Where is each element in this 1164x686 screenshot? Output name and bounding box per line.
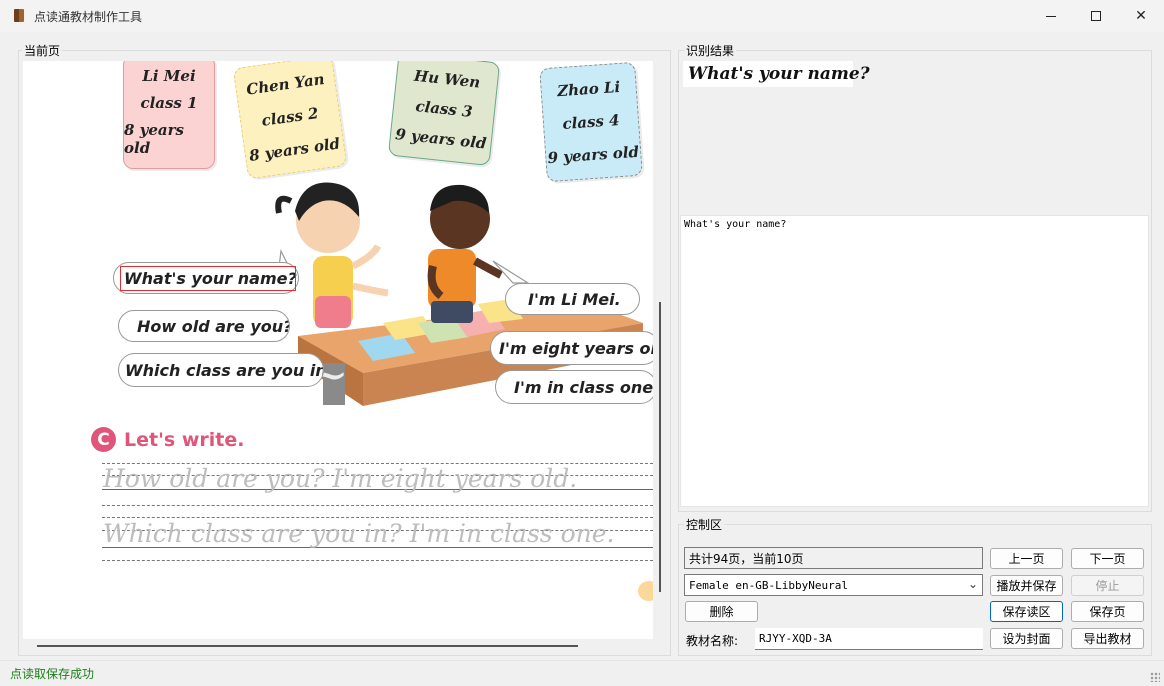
bubble-5-text: I'm eight years old [499, 338, 653, 358]
bubble-im-li-mei[interactable]: I'm Li Mei. [505, 283, 640, 315]
current-page-label: 当前页 [22, 42, 63, 59]
writing-line [102, 505, 653, 506]
book-name-input[interactable]: RJYY-XQD-3A [755, 628, 983, 650]
delete-button[interactable]: 删除 [685, 601, 758, 622]
save-page-button[interactable]: 保存页 [1071, 601, 1144, 622]
book-name-label: 教材名称: [686, 634, 739, 648]
horizontal-scrollbar[interactable] [37, 645, 578, 647]
resize-grip-icon[interactable] [1150, 672, 1160, 682]
next-page-button[interactable]: 下一页 [1071, 548, 1144, 569]
voice-select-value: Female en-GB-LibbyNeural [689, 578, 848, 592]
play-and-save-button[interactable]: 播放并保存 [990, 575, 1063, 596]
set-cover-button[interactable]: 设为封面 [990, 628, 1063, 649]
close-icon: ✕ [1135, 8, 1147, 24]
minimize-icon [1046, 15, 1056, 17]
vertical-scrollbar[interactable] [659, 302, 661, 592]
minimize-button[interactable] [1028, 0, 1074, 32]
status-text: 点读取保存成功 [10, 667, 95, 681]
lets-write-heading: C Let's write. [91, 427, 244, 452]
title-bar: 点读通教材制作工具 ✕ [0, 0, 1164, 32]
chevron-down-icon: ⌄ [967, 577, 978, 591]
bubble-which-class[interactable]: Which class are you in? [118, 353, 324, 387]
writing-line [102, 517, 653, 518]
page-view[interactable]: Li Mei class 1 8 years old Chen Yan clas… [23, 61, 653, 639]
bubble-how-old[interactable]: How old are you? [118, 310, 290, 342]
bubble-im-eight[interactable]: I'm eight years old [490, 331, 653, 365]
page-info-field: 共计94页，当前10页 [684, 547, 983, 569]
page-number-marker [638, 581, 653, 601]
maximize-button[interactable] [1073, 0, 1119, 32]
trace-line-1: How old are you? I'm eight years old. [103, 464, 578, 493]
section-c-badge: C [91, 427, 116, 452]
writing-line [102, 560, 653, 561]
bubble-6-text: I'm in class one. [514, 377, 653, 397]
recognition-textarea[interactable]: What's your name? [680, 215, 1149, 507]
status-bar: 点读取保存成功 [0, 660, 1164, 686]
control-label: 控制区 [684, 516, 725, 533]
bubble-4-text: I'm Li Mei. [528, 289, 621, 309]
window-title: 点读通教材制作工具 [34, 10, 143, 24]
recognized-image: What's your name? [683, 61, 870, 87]
voice-select[interactable]: Female en-GB-LibbyNeural ⌄ [684, 574, 983, 596]
maximize-icon [1091, 11, 1101, 21]
close-button[interactable]: ✕ [1118, 0, 1164, 32]
recognition-label: 识别结果 [684, 42, 737, 59]
save-read-area-button[interactable]: 保存读区 [990, 601, 1063, 622]
selected-read-area[interactable] [120, 266, 296, 291]
bubble-3-text: Which class are you in? [125, 360, 324, 380]
export-book-button[interactable]: 导出教材 [1071, 628, 1144, 649]
app-book-icon [14, 9, 24, 22]
bubble-2-text: How old are you? [137, 316, 290, 336]
prev-page-button[interactable]: 上一页 [990, 548, 1063, 569]
section-title: Let's write. [124, 428, 245, 451]
trace-line-2: Which class are you in? I'm in class one… [103, 519, 615, 548]
stop-button[interactable]: 停止 [1071, 575, 1144, 596]
bubble-im-in-class-one[interactable]: I'm in class one. [495, 370, 653, 404]
